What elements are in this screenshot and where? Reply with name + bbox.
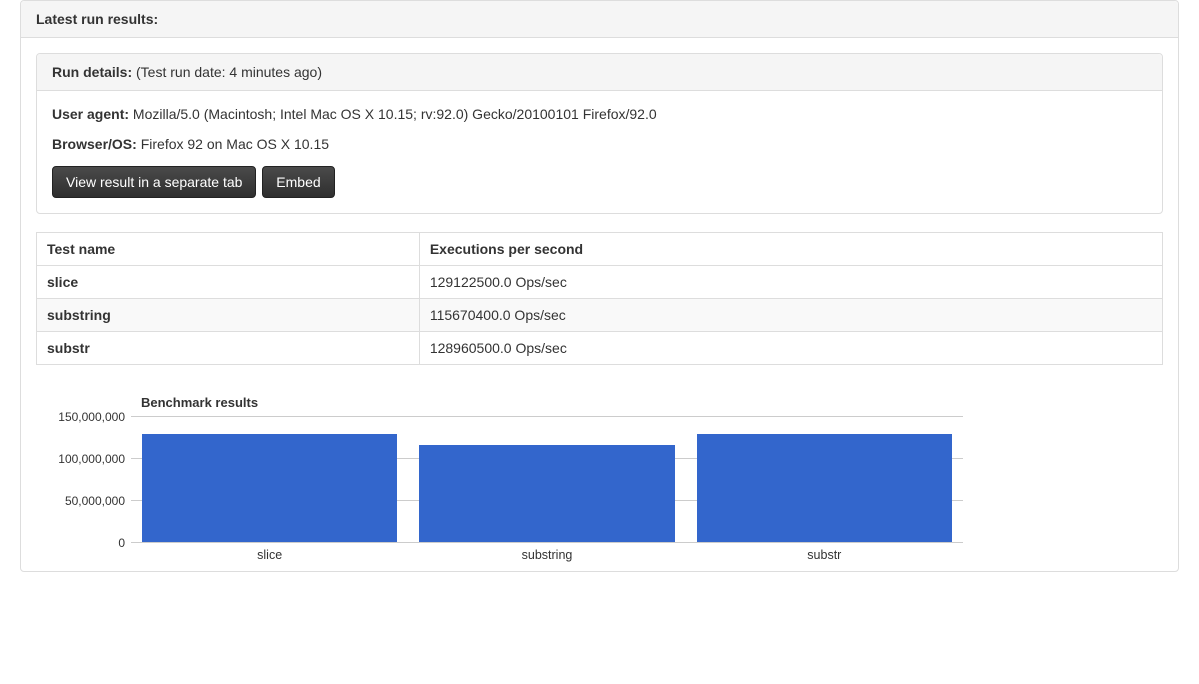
user-agent-value: Mozilla/5.0 (Macintosh; Intel Mac OS X 1… [133,106,657,122]
y-tick-label: 150,000,000 [58,410,125,424]
y-tick-label: 50,000,000 [65,494,125,508]
x-tick-label: substr [686,548,963,562]
table-header-row: Test name Executions per second [37,233,1163,266]
run-details-body: User agent: Mozilla/5.0 (Macintosh; Inte… [37,91,1162,213]
y-tick-label: 100,000,000 [58,452,125,466]
cell-test-name: substring [37,299,420,332]
chart-bars [131,416,963,542]
user-agent-label: User agent: [52,106,129,122]
bar-substr [697,434,952,542]
browser-os-label: Browser/OS: [52,136,137,152]
cell-test-name: substr [37,332,420,365]
x-tick-label: substring [408,548,685,562]
gridline: 0 [131,542,963,543]
browser-os-row: Browser/OS: Firefox 92 on Mac OS X 10.15 [52,136,1147,152]
bar-substring [419,445,674,542]
browser-os-value: Firefox 92 on Mac OS X 10.15 [141,136,329,152]
table-row: slice129122500.0 Ops/sec [37,266,1163,299]
view-result-button[interactable]: View result in a separate tab [52,166,256,198]
panel-title: Latest run results: [36,11,158,27]
cell-eps: 128960500.0 Ops/sec [419,332,1162,365]
table-row: substring115670400.0 Ops/sec [37,299,1163,332]
y-tick-label: 0 [118,536,125,550]
col-test-name: Test name [37,233,420,266]
bar-slice [142,434,397,542]
run-details-panel: Run details: (Test run date: 4 minutes a… [36,53,1163,214]
latest-run-results-panel: Latest run results: Run details: (Test r… [20,0,1179,572]
run-details-label: Run details: [52,64,132,80]
cell-eps: 115670400.0 Ops/sec [419,299,1162,332]
user-agent-row: User agent: Mozilla/5.0 (Macintosh; Inte… [52,106,1147,122]
run-details-heading: Run details: (Test run date: 4 minutes a… [37,54,1162,91]
bar-slot [686,416,963,542]
bar-slot [408,416,685,542]
button-row: View result in a separate tab Embed [52,166,1147,198]
panel-body: Run details: (Test run date: 4 minutes a… [21,38,1178,571]
col-eps: Executions per second [419,233,1162,266]
bar-slot [131,416,408,542]
run-details-date: (Test run date: 4 minutes ago) [136,64,322,80]
cell-test-name: slice [37,266,420,299]
chart-title: Benchmark results [141,395,963,410]
benchmark-chart: Benchmark results 050,000,000100,000,000… [36,395,1163,556]
chart-xlabels: slicesubstringsubstr [131,548,963,562]
chart-area: 050,000,000100,000,000150,000,000 slices… [131,416,963,556]
table-row: substr128960500.0 Ops/sec [37,332,1163,365]
embed-button[interactable]: Embed [262,166,334,198]
panel-heading: Latest run results: [21,1,1178,38]
x-tick-label: slice [131,548,408,562]
cell-eps: 129122500.0 Ops/sec [419,266,1162,299]
results-table: Test name Executions per second slice129… [36,232,1163,365]
